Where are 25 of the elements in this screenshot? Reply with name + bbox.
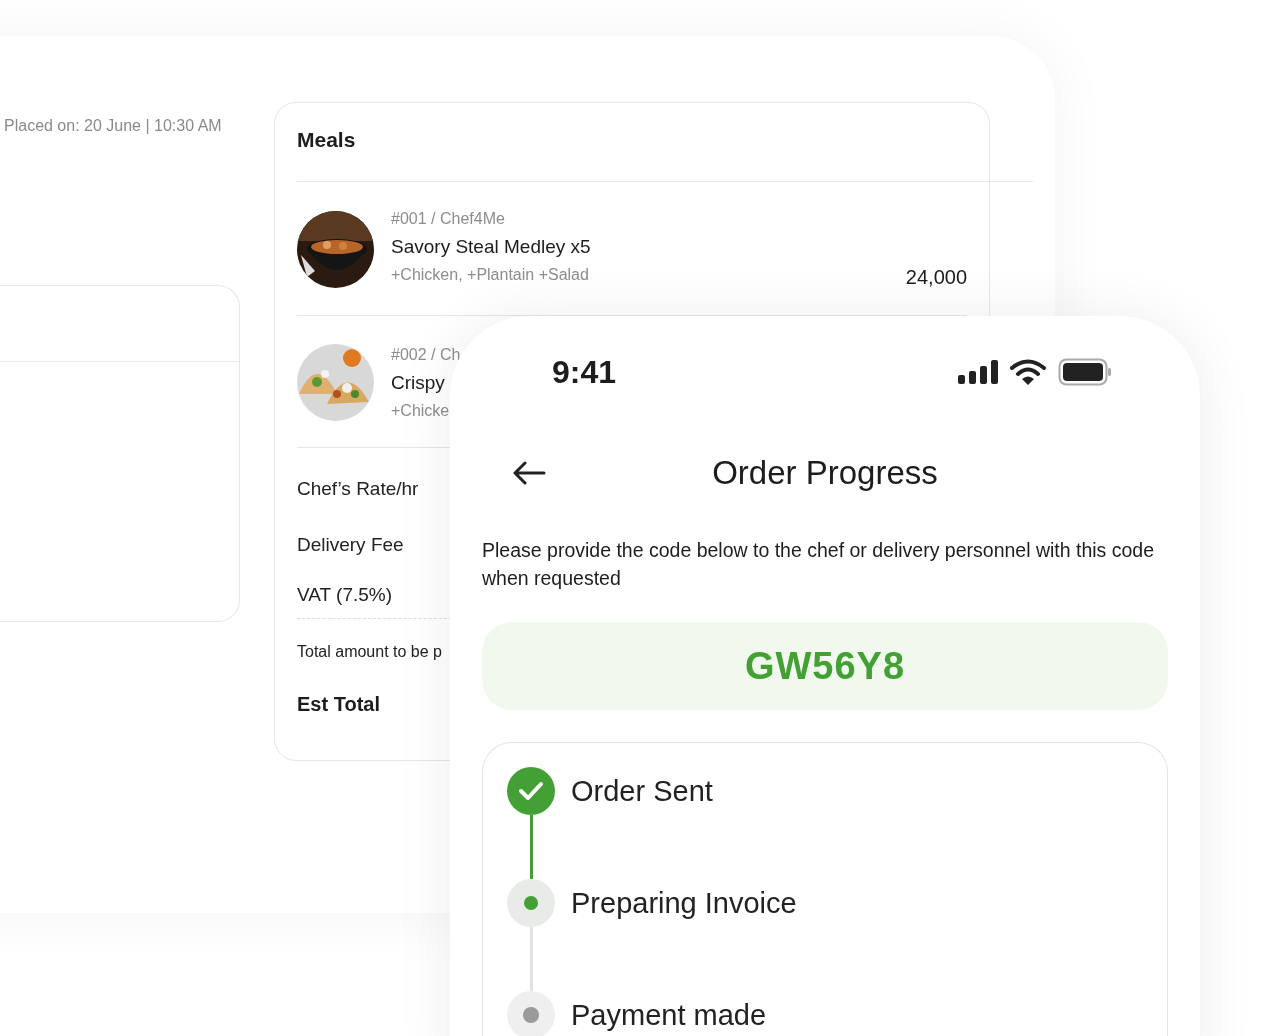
order-date: Placed on: 20 June | 10:30 AM	[4, 117, 223, 135]
fee-label: Chef’s Rate/hr	[297, 477, 419, 501]
battery-icon	[1058, 358, 1112, 386]
step-label: Payment made	[571, 998, 767, 1033]
step-label: Order Sent	[571, 774, 713, 809]
status-time: 9:41	[552, 353, 617, 391]
meal-name: Crispy	[391, 371, 445, 394]
instruction-text: Please provide the code below to the chef or delivery personnel with this code when requested	[482, 538, 1156, 591]
meal-ref: #001 / Chef4Me	[391, 210, 505, 228]
total-note: Total amount to be p	[297, 643, 442, 661]
meal-name: Savory Steal Medley x5	[391, 236, 591, 258]
screen-title: Order Progress	[712, 454, 938, 492]
signal-icon	[958, 360, 998, 384]
meal-ref: #002 / Ch	[391, 345, 461, 364]
meal-extras: +Chicke	[391, 401, 450, 420]
wifi-icon	[1010, 359, 1046, 385]
meal-extras: +Chicken, +Plantain +Salad	[391, 266, 589, 284]
order-code: GW56Y8	[744, 644, 906, 688]
meal-price: 24,000	[905, 266, 967, 289]
fee-label: VAT (7.5%)	[297, 583, 393, 607]
back-arrow-icon	[512, 461, 546, 485]
meals-title: Meals	[297, 127, 357, 153]
est-total-label: Est Total	[297, 693, 380, 716]
fee-label: Delivery Fee	[297, 533, 404, 557]
step-label: Preparing Invoice	[571, 886, 797, 921]
